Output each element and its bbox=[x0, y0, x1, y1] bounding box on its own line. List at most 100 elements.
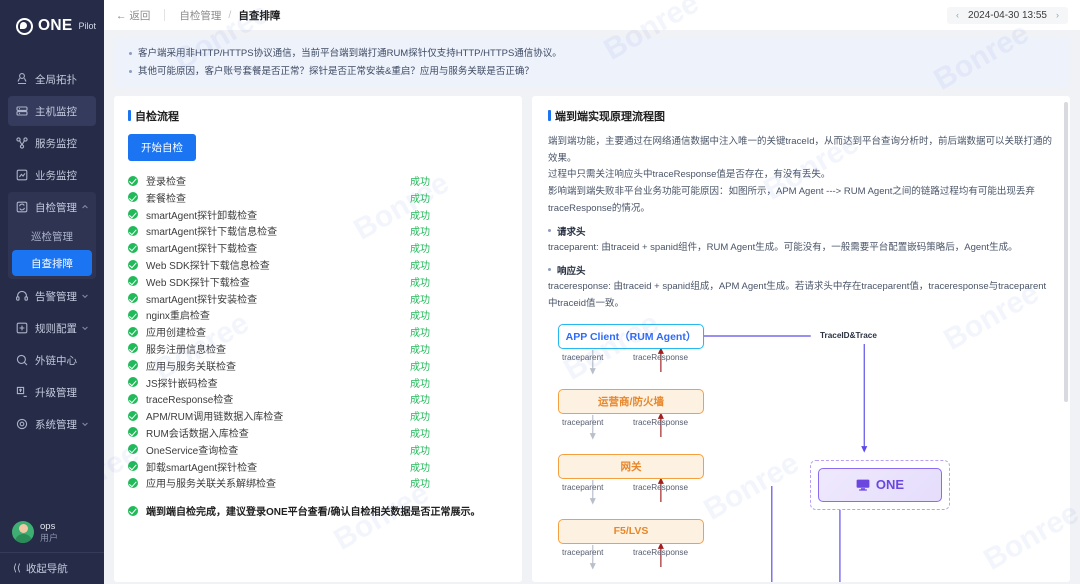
check-status: 成功 bbox=[410, 240, 430, 255]
node-label: 网关 bbox=[621, 459, 642, 474]
success-check-icon bbox=[128, 276, 138, 286]
brand-sub: Pilot bbox=[79, 21, 97, 31]
sidebar-sub-label: 巡检管理 bbox=[31, 229, 73, 244]
diagram-node-isp-firewall[interactable]: 运营商/防火墙 bbox=[558, 389, 704, 414]
check-row: 应用与服务关联关系解绑检查成功 bbox=[128, 474, 508, 491]
check-row: 应用与服务关联检查成功 bbox=[128, 357, 508, 374]
check-status: 成功 bbox=[410, 324, 430, 339]
rule-icon bbox=[15, 321, 29, 335]
sidebar-item-host-monitor[interactable]: 主机监控 bbox=[8, 96, 96, 126]
success-check-icon bbox=[128, 327, 138, 337]
check-status: 成功 bbox=[410, 257, 430, 272]
check-status: 成功 bbox=[410, 408, 430, 423]
check-row: smartAgent探针卸载检查成功 bbox=[128, 206, 508, 223]
system-icon bbox=[15, 417, 29, 431]
notice-banner: 客户端采用非HTTP/HTTPS协议通信，当前平台端到端打通RUM探针仅支持HT… bbox=[114, 38, 1070, 87]
prev-arrow-icon[interactable]: ‹ bbox=[956, 10, 959, 20]
check-list: 登录检查成功套餐检查成功smartAgent探针卸载检查成功smartAgent… bbox=[128, 172, 508, 491]
trace-label: TraceID&Trace bbox=[820, 331, 877, 340]
user-profile[interactable]: ops 用户 bbox=[0, 517, 104, 552]
check-label: 套餐检查 bbox=[146, 190, 410, 205]
sidebar-item-self-troubleshoot[interactable]: 自查排障 bbox=[12, 250, 92, 276]
sidebar-label: 规则配置 bbox=[35, 321, 77, 336]
panel-title: 自检流程 bbox=[128, 108, 508, 124]
sidebar: ONE Pilot 全局拓扑 主机监控 bbox=[0, 0, 104, 584]
topology-icon bbox=[15, 72, 29, 86]
brand-name: ONE bbox=[38, 17, 73, 35]
check-label: 应用与服务关联关系解绑检查 bbox=[146, 475, 410, 490]
chevron-down-icon bbox=[81, 420, 89, 428]
success-check-icon bbox=[128, 394, 138, 404]
back-button[interactable]: ← 返回 bbox=[116, 8, 150, 23]
user-role: 用户 bbox=[40, 533, 58, 544]
node-label: ONE bbox=[876, 477, 904, 492]
check-status: 成功 bbox=[410, 207, 430, 222]
edge-label-traceresponse: traceResponse bbox=[633, 483, 688, 492]
diagram-node-app-client[interactable]: APP Client（RUM Agent） bbox=[558, 324, 704, 349]
success-check-icon bbox=[128, 192, 138, 202]
description-line: 影响端到端失败非平台业务功能可能原因：如图所示，APM Agent ---> R… bbox=[548, 184, 1054, 217]
sidebar-item-service-monitor[interactable]: 服务监控 bbox=[8, 128, 96, 158]
sidebar-item-global-topology[interactable]: 全局拓扑 bbox=[8, 64, 96, 94]
check-label: RUM会话数据入库检查 bbox=[146, 425, 410, 440]
check-status: 成功 bbox=[410, 291, 430, 306]
date-range-picker[interactable]: ‹ 2024-04-30 13:55 › bbox=[947, 7, 1068, 24]
diagram-node-f5-lvs[interactable]: F5/LVS bbox=[558, 519, 704, 544]
success-check-icon bbox=[128, 176, 138, 186]
check-label: 登录检查 bbox=[146, 173, 410, 188]
check-row: 登录检查成功 bbox=[128, 172, 508, 189]
sidebar-item-inspection-management[interactable]: 巡检管理 bbox=[12, 223, 92, 249]
sidebar-group-selfcheck: 自检管理 巡检管理 自查排障 bbox=[8, 192, 96, 279]
sidebar-label: 升级管理 bbox=[35, 385, 77, 400]
sidebar-item-external-link-center[interactable]: 外链中心 bbox=[8, 345, 96, 375]
sidebar-label: 主机监控 bbox=[35, 104, 77, 119]
diagram-node-one-platform[interactable]: ONE bbox=[818, 468, 942, 502]
check-label: 服务注册信息检查 bbox=[146, 341, 410, 356]
next-arrow-icon[interactable]: › bbox=[1056, 10, 1059, 20]
sidebar-item-alarm-management[interactable]: 告警管理 bbox=[8, 281, 96, 311]
sidebar-label: 自检管理 bbox=[35, 200, 77, 215]
collapse-nav-button[interactable]: ⟨⟨ 收起导航 bbox=[0, 552, 104, 584]
success-check-icon bbox=[128, 260, 138, 270]
sidebar-item-upgrade-management[interactable]: 升级管理 bbox=[8, 377, 96, 407]
final-message: 端到端自检完成，建议登录ONE平台查看/确认自检相关数据是否正常展示。 bbox=[146, 503, 480, 518]
success-check-icon bbox=[128, 444, 138, 454]
final-status-row: 端到端自检完成，建议登录ONE平台查看/确认自检相关数据是否正常展示。 bbox=[128, 503, 508, 518]
notice-line: 其他可能原因，客户账号套餐是否正常？探针是否正常安装&重启？应用与服务关联是否正… bbox=[128, 63, 1056, 81]
check-label: smartAgent探针下载检查 bbox=[146, 240, 410, 255]
link-icon bbox=[15, 353, 29, 367]
selfcheck-icon bbox=[15, 200, 29, 214]
request-header-body: traceparent: 由traceid + spanid组件，RUM Age… bbox=[548, 240, 1054, 256]
check-status: 成功 bbox=[410, 223, 430, 238]
check-status: 成功 bbox=[410, 341, 430, 356]
monitor-icon bbox=[856, 479, 870, 491]
panel-title: 端到端实现原理流程图 bbox=[548, 108, 1054, 124]
check-row: smartAgent探针下载检查成功 bbox=[128, 239, 508, 256]
success-check-icon bbox=[128, 360, 138, 370]
sidebar-label: 告警管理 bbox=[35, 289, 77, 304]
check-row: Web SDK探针下载检查成功 bbox=[128, 273, 508, 290]
sidebar-footer: ops 用户 ⟨⟨ 收起导航 bbox=[0, 509, 104, 584]
sidebar-item-rule-config[interactable]: 规则配置 bbox=[8, 313, 96, 343]
success-check-icon bbox=[128, 478, 138, 488]
chevron-up-icon bbox=[81, 203, 89, 211]
main-area: ← 返回 自检管理 / 自查排障 ‹ 2024-04-30 13:55 › 客户… bbox=[104, 0, 1080, 584]
app-logo[interactable]: ONE Pilot bbox=[0, 0, 104, 52]
success-check-icon bbox=[128, 427, 138, 437]
diagram-node-gateway[interactable]: 网关 bbox=[558, 454, 704, 479]
check-row: 应用创建检查成功 bbox=[128, 323, 508, 340]
node-label: APP Client（RUM Agent） bbox=[566, 329, 697, 344]
check-row: RUM会话数据入库检查成功 bbox=[128, 424, 508, 441]
sidebar-item-system-management[interactable]: 系统管理 bbox=[8, 409, 96, 439]
panel-scrollbar[interactable] bbox=[1064, 102, 1068, 402]
edge-label-traceresponse: traceResponse bbox=[633, 418, 688, 427]
sidebar-item-business-monitor[interactable]: 业务监控 bbox=[8, 160, 96, 190]
start-selfcheck-button[interactable]: 开始自检 bbox=[128, 134, 196, 161]
response-header-title: 响应头 bbox=[548, 263, 1054, 277]
check-row: traceResponse检查成功 bbox=[128, 390, 508, 407]
breadcrumb-parent[interactable]: 自检管理 bbox=[179, 8, 221, 23]
service-icon bbox=[15, 136, 29, 150]
success-check-icon bbox=[128, 209, 138, 219]
check-label: Web SDK探针下载检查 bbox=[146, 274, 410, 289]
sidebar-item-selfcheck-management[interactable]: 自检管理 bbox=[8, 192, 96, 222]
